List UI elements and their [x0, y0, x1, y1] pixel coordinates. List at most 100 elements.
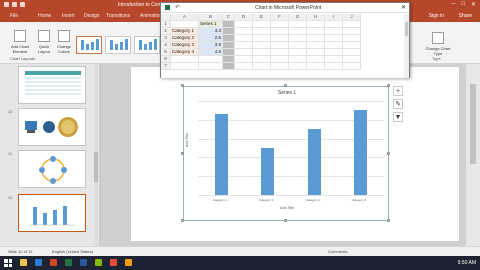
column-header[interactable]: G — [289, 14, 307, 21]
empty-cell[interactable] — [343, 21, 361, 28]
category-cell[interactable] — [171, 63, 199, 70]
empty-cell[interactable] — [253, 28, 271, 35]
column-header[interactable] — [161, 14, 171, 21]
row-header[interactable]: 5 — [161, 49, 171, 56]
thumbnail-preview-active[interactable] — [18, 194, 86, 232]
empty-cell[interactable] — [289, 35, 307, 42]
chart-bar[interactable] — [261, 148, 275, 195]
thumbnail-preview[interactable] — [18, 66, 86, 104]
chart-plot-area[interactable] — [198, 101, 384, 196]
change-colors-button[interactable]: Change Colors — [54, 30, 74, 54]
edge-icon[interactable] — [35, 259, 42, 266]
language-indicator[interactable]: English (United States) — [52, 249, 93, 254]
column-header[interactable]: J — [343, 14, 361, 21]
empty-cell[interactable] — [235, 49, 253, 56]
tab-file[interactable]: File — [10, 13, 18, 19]
chart-style-3[interactable] — [134, 36, 160, 54]
share-button[interactable]: Share — [459, 13, 472, 19]
window-controls[interactable]: – □ ✕ — [452, 1, 476, 8]
empty-cell[interactable] — [289, 56, 307, 63]
empty-cell[interactable] — [223, 42, 235, 49]
save-icon[interactable] — [4, 2, 9, 7]
tab-design[interactable]: Design — [84, 13, 100, 19]
file-explorer-icon[interactable] — [20, 259, 27, 266]
empty-cell[interactable] — [325, 35, 343, 42]
comments-button[interactable]: Comments — [328, 249, 347, 254]
empty-cell[interactable] — [289, 42, 307, 49]
chart-object[interactable]: Series 1 Category 1 Category 2 Category … — [183, 86, 389, 221]
chart-bar[interactable] — [354, 110, 368, 195]
column-header[interactable]: C — [223, 14, 235, 21]
empty-cell[interactable] — [223, 35, 235, 42]
empty-cell[interactable] — [235, 35, 253, 42]
thumbnail-preview[interactable] — [18, 108, 86, 146]
x-axis-title[interactable]: Axis Title — [184, 206, 390, 210]
y-axis-title[interactable]: Axis Title — [185, 133, 189, 147]
category-cell[interactable]: Category 3 — [171, 42, 199, 49]
empty-cell[interactable] — [235, 63, 253, 70]
empty-cell[interactable] — [223, 28, 235, 35]
redo-icon[interactable] — [20, 2, 25, 7]
chart-styles-brush-icon[interactable]: ✎ — [393, 99, 403, 109]
row-header[interactable]: 7 — [161, 63, 171, 70]
resize-handle[interactable] — [387, 152, 390, 155]
chrome-icon[interactable] — [110, 259, 117, 266]
category-cell[interactable] — [171, 21, 199, 28]
resize-handle[interactable] — [181, 84, 184, 87]
value-cell[interactable]: 4.3 — [199, 28, 223, 35]
empty-cell[interactable] — [343, 49, 361, 56]
empty-cell[interactable] — [235, 21, 253, 28]
empty-cell[interactable] — [307, 56, 325, 63]
thumbnail-slide[interactable]: 12 — [8, 194, 92, 236]
chart-elements-plus-icon[interactable]: + — [393, 86, 403, 96]
empty-cell[interactable] — [271, 21, 289, 28]
empty-cell[interactable] — [271, 49, 289, 56]
empty-cell[interactable] — [307, 49, 325, 56]
category-cell[interactable]: Category 4 — [171, 49, 199, 56]
row-header[interactable]: 6 — [161, 56, 171, 63]
thumbnail-slide[interactable]: 11 — [8, 150, 92, 192]
value-cell[interactable]: 3.5 — [199, 42, 223, 49]
category-cell[interactable]: Category 1 — [171, 28, 199, 35]
sign-in-link[interactable]: Sign in — [429, 13, 444, 19]
vertical-scrollbar[interactable] — [466, 64, 480, 246]
value-cell[interactable] — [199, 56, 223, 63]
empty-cell[interactable] — [289, 21, 307, 28]
category-cell[interactable]: Category 2 — [171, 35, 199, 42]
resize-handle[interactable] — [284, 219, 287, 222]
quick-access-toolbar[interactable] — [4, 2, 25, 7]
empty-cell[interactable] — [223, 21, 235, 28]
empty-cell[interactable] — [343, 42, 361, 49]
empty-cell[interactable] — [253, 42, 271, 49]
tab-transitions[interactable]: Transitions — [106, 13, 130, 19]
category-cell[interactable] — [171, 56, 199, 63]
chart-bar[interactable] — [214, 114, 228, 195]
empty-cell[interactable] — [223, 56, 235, 63]
column-header[interactable]: B — [199, 14, 223, 21]
resize-handle[interactable] — [387, 219, 390, 222]
column-header[interactable]: I — [325, 14, 343, 21]
change-chart-type-button[interactable]: Change Chart Type — [424, 32, 452, 56]
empty-cell[interactable] — [343, 63, 361, 70]
empty-cell[interactable] — [325, 42, 343, 49]
excel-icon[interactable] — [65, 259, 72, 266]
empty-cell[interactable] — [325, 56, 343, 63]
empty-cell[interactable] — [271, 42, 289, 49]
thumbnail-preview[interactable] — [18, 150, 86, 188]
thumbnail-slide[interactable] — [8, 66, 92, 108]
chart-style-2[interactable] — [105, 36, 131, 54]
empty-cell[interactable] — [223, 63, 235, 70]
empty-cell[interactable] — [253, 21, 271, 28]
empty-cell[interactable] — [307, 42, 325, 49]
chart-style-1[interactable] — [76, 36, 102, 54]
row-header[interactable]: 1 — [161, 21, 171, 28]
empty-cell[interactable] — [235, 42, 253, 49]
empty-cell[interactable] — [289, 28, 307, 35]
chart-title[interactable]: Series 1 — [184, 90, 390, 96]
value-cell[interactable] — [199, 63, 223, 70]
row-header[interactable]: 2 — [161, 28, 171, 35]
empty-cell[interactable] — [325, 21, 343, 28]
save-icon[interactable] — [165, 5, 170, 10]
empty-cell[interactable] — [307, 21, 325, 28]
chart-bar[interactable] — [307, 129, 321, 195]
